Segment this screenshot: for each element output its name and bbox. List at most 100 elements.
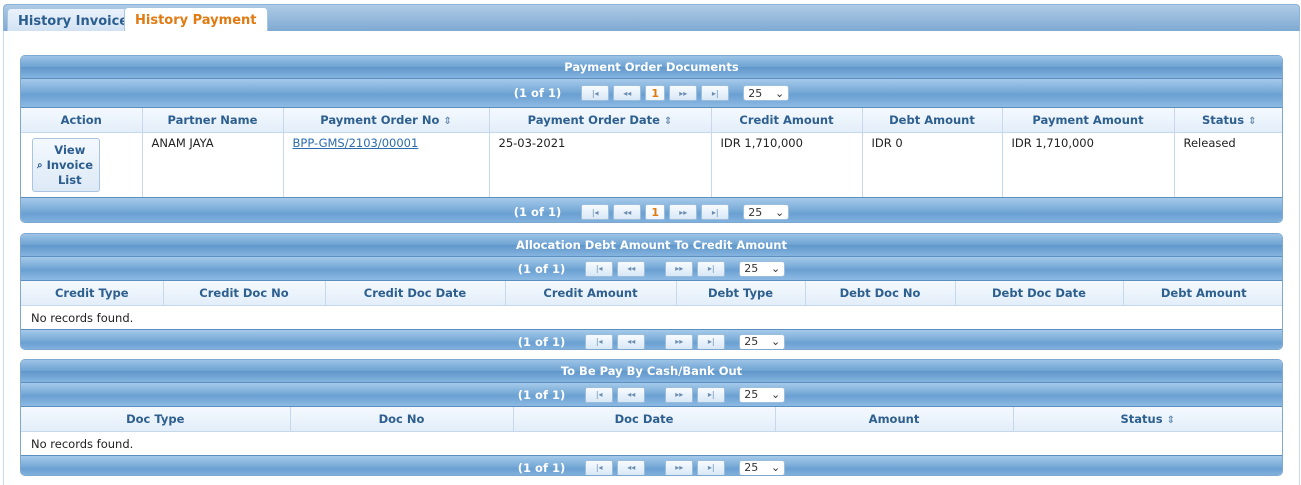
- empty-row: No records found.: [21, 306, 1282, 330]
- bottom-paginator: (1 of 1) |◂ ◂◂ ▸▸ ▸| 25 ⌄: [21, 455, 1282, 475]
- top-paginator: (1 of 1) |◂ ◂◂ ▸▸ ▸| 25 ⌄: [21, 383, 1282, 407]
- last-page-button[interactable]: ▸|: [701, 85, 730, 101]
- col-label: Payment Order Date: [527, 113, 660, 127]
- bottom-paginator: (1 of 1) |◂ ◂◂ 1 ▸▸ ▸| 25 ⌄: [21, 197, 1282, 222]
- sort-icon: ⇕: [663, 116, 673, 127]
- cash-bank-panel: To Be Pay By Cash/Bank Out (1 of 1) |◂ ◂…: [20, 359, 1283, 476]
- allocation-panel: Allocation Debt Amount To Credit Amount …: [20, 233, 1283, 350]
- col-debt-doc-no: Debt Doc No: [805, 281, 956, 306]
- col-credit-type: Credit Type: [21, 281, 164, 306]
- next-page-button[interactable]: ▸▸: [669, 85, 698, 101]
- prev-page-button[interactable]: ◂◂: [617, 333, 646, 349]
- next-page-button[interactable]: ▸▸: [665, 386, 694, 403]
- prev-page-button[interactable]: ◂◂: [613, 85, 642, 101]
- first-page-button[interactable]: |◂: [581, 85, 610, 101]
- last-page-button[interactable]: ▸|: [697, 386, 726, 403]
- chevron-down-icon: ⌄: [771, 262, 781, 275]
- rows-per-page-select[interactable]: 25 ⌄: [739, 386, 786, 403]
- first-page-button[interactable]: |◂: [585, 459, 614, 475]
- col-debt-amount: Debt Amount: [862, 108, 1003, 133]
- last-page-button[interactable]: ▸|: [697, 260, 726, 277]
- debt-amount-cell: IDR 0: [862, 132, 1003, 197]
- col-action: Action: [21, 108, 143, 133]
- last-page-button[interactable]: ▸|: [697, 459, 726, 475]
- payment-amount-cell: IDR 1,710,000: [1002, 132, 1175, 197]
- empty-row: No records found.: [21, 432, 1282, 456]
- cash-bank-table: Doc Type Doc No Doc Date Amount Status ⇕ …: [21, 407, 1282, 455]
- view-invoice-list-label: View Invoice List: [46, 142, 93, 187]
- col-label: Status: [1120, 412, 1163, 426]
- first-page-button[interactable]: |◂: [585, 333, 614, 349]
- no-records-message: No records found.: [31, 436, 134, 451]
- col-credit-doc-date: Credit Doc Date: [325, 281, 506, 306]
- page-count: (1 of 1): [517, 387, 566, 402]
- payment-order-table: Action Partner Name Payment Order No ⇕ Pa…: [21, 108, 1282, 197]
- credit-amount-cell: IDR 1,710,000: [711, 132, 863, 197]
- search-icon: ⌕: [36, 159, 43, 171]
- payment-order-no-cell: BPP-GMS/2103/00001: [283, 132, 490, 197]
- col-payment-amount: Payment Amount: [1002, 108, 1175, 133]
- panel-title: To Be Pay By Cash/Bank Out: [21, 360, 1282, 383]
- chevron-down-icon: ⌄: [775, 86, 785, 100]
- col-credit-amount: Credit Amount: [505, 281, 677, 306]
- prev-page-button[interactable]: ◂◂: [617, 260, 646, 277]
- view-invoice-list-button[interactable]: ⌕ View Invoice List: [32, 138, 100, 192]
- payment-order-date-cell: 25-03-2021: [489, 132, 712, 197]
- col-debt-amount: Debt Amount: [1123, 281, 1282, 306]
- prev-page-button[interactable]: ◂◂: [613, 204, 642, 220]
- table-row: ⌕ View Invoice List ANAM JAYA BPP-GMS/21…: [21, 132, 1282, 197]
- next-page-button[interactable]: ▸▸: [665, 459, 694, 475]
- page-number-button[interactable]: 1: [645, 85, 666, 101]
- rows-per-page-select[interactable]: 25 ⌄: [743, 204, 790, 220]
- first-page-button[interactable]: |◂: [585, 386, 614, 403]
- col-label: Payment Order No: [320, 113, 440, 127]
- chevron-down-icon: ⌄: [771, 335, 781, 348]
- col-doc-no: Doc No: [290, 407, 514, 432]
- page-count: (1 of 1): [517, 261, 566, 276]
- rows-per-page-select[interactable]: 25 ⌄: [743, 85, 790, 101]
- last-page-button[interactable]: ▸|: [697, 333, 726, 349]
- col-credit-amount: Credit Amount: [711, 108, 863, 133]
- chevron-down-icon: ⌄: [771, 461, 781, 474]
- last-page-button[interactable]: ▸|: [701, 204, 730, 220]
- rows-per-page-select[interactable]: 25 ⌄: [739, 333, 786, 349]
- col-status[interactable]: Status ⇕: [1013, 407, 1282, 432]
- rows-per-page-select[interactable]: 25 ⌄: [739, 260, 786, 277]
- rows-per-page-value: 25: [744, 262, 759, 275]
- prev-page-button[interactable]: ◂◂: [617, 459, 646, 475]
- page-count: (1 of 1): [517, 334, 566, 349]
- first-page-button[interactable]: |◂: [581, 204, 610, 220]
- col-credit-doc-no: Credit Doc No: [163, 281, 326, 306]
- panel-title: Allocation Debt Amount To Credit Amount: [21, 234, 1282, 257]
- next-page-button[interactable]: ▸▸: [665, 333, 694, 349]
- col-doc-date: Doc Date: [513, 407, 776, 432]
- panel-title: Payment Order Documents: [21, 56, 1282, 79]
- rows-per-page-select[interactable]: 25 ⌄: [739, 459, 786, 475]
- page-count: (1 of 1): [513, 205, 562, 219]
- chevron-down-icon: ⌄: [775, 205, 785, 219]
- tab-bar: History Invoice History Payment: [3, 4, 1300, 35]
- top-paginator: (1 of 1) |◂ ◂◂ 1 ▸▸ ▸| 25 ⌄: [21, 79, 1282, 108]
- col-amount: Amount: [775, 407, 1014, 432]
- col-payment-order-no[interactable]: Payment Order No ⇕: [283, 108, 490, 133]
- status-cell: Released: [1183, 136, 1236, 150]
- col-debt-type: Debt Type: [676, 281, 806, 306]
- first-page-button[interactable]: |◂: [585, 260, 614, 277]
- page-count: (1 of 1): [513, 86, 562, 100]
- no-records-message: No records found.: [31, 310, 134, 325]
- rows-per-page-value: 25: [748, 205, 763, 219]
- top-paginator: (1 of 1) |◂ ◂◂ ▸▸ ▸| 25 ⌄: [21, 257, 1282, 281]
- col-partner-name: Partner Name: [142, 108, 284, 133]
- col-status[interactable]: Status ⇕: [1174, 108, 1282, 133]
- bottom-paginator: (1 of 1) |◂ ◂◂ ▸▸ ▸| 25 ⌄: [21, 329, 1282, 349]
- allocation-table: Credit Type Credit Doc No Credit Doc Dat…: [21, 281, 1282, 330]
- next-page-button[interactable]: ▸▸: [669, 204, 698, 220]
- next-page-button[interactable]: ▸▸: [665, 260, 694, 277]
- payment-order-documents-panel: Payment Order Documents (1 of 1) |◂ ◂◂ 1…: [20, 55, 1283, 223]
- payment-order-link[interactable]: BPP-GMS/2103/00001: [293, 136, 419, 150]
- col-doc-type: Doc Type: [21, 407, 291, 432]
- col-payment-order-date[interactable]: Payment Order Date ⇕: [489, 108, 712, 133]
- page-number-button[interactable]: 1: [645, 204, 666, 220]
- prev-page-button[interactable]: ◂◂: [617, 386, 646, 403]
- rows-per-page-value: 25: [744, 335, 759, 348]
